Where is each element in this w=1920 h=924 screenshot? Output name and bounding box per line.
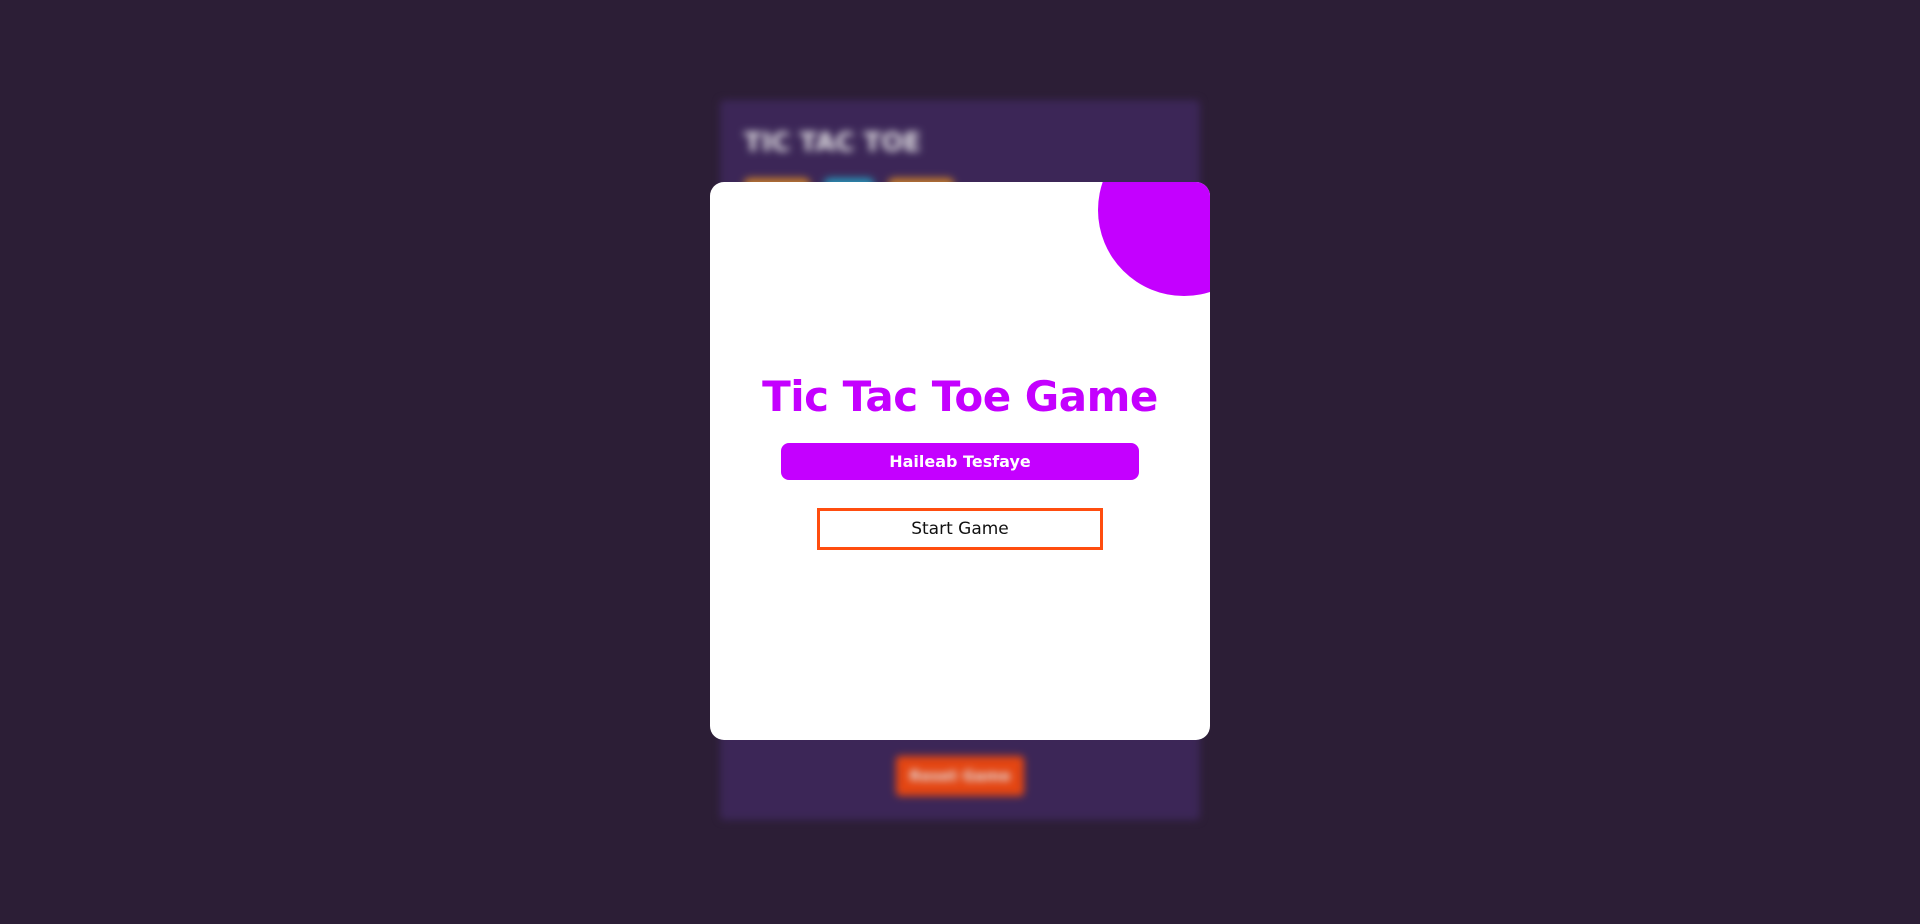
- decorative-corner-circle: [1098, 182, 1210, 296]
- modal-title: Tic Tac Toe Game: [762, 372, 1158, 421]
- author-badge: Haileab Tesfaye: [781, 443, 1139, 480]
- start-game-button[interactable]: Start Game: [817, 508, 1103, 550]
- start-modal: Tic Tac Toe Game Haileab Tesfaye Start G…: [710, 182, 1210, 740]
